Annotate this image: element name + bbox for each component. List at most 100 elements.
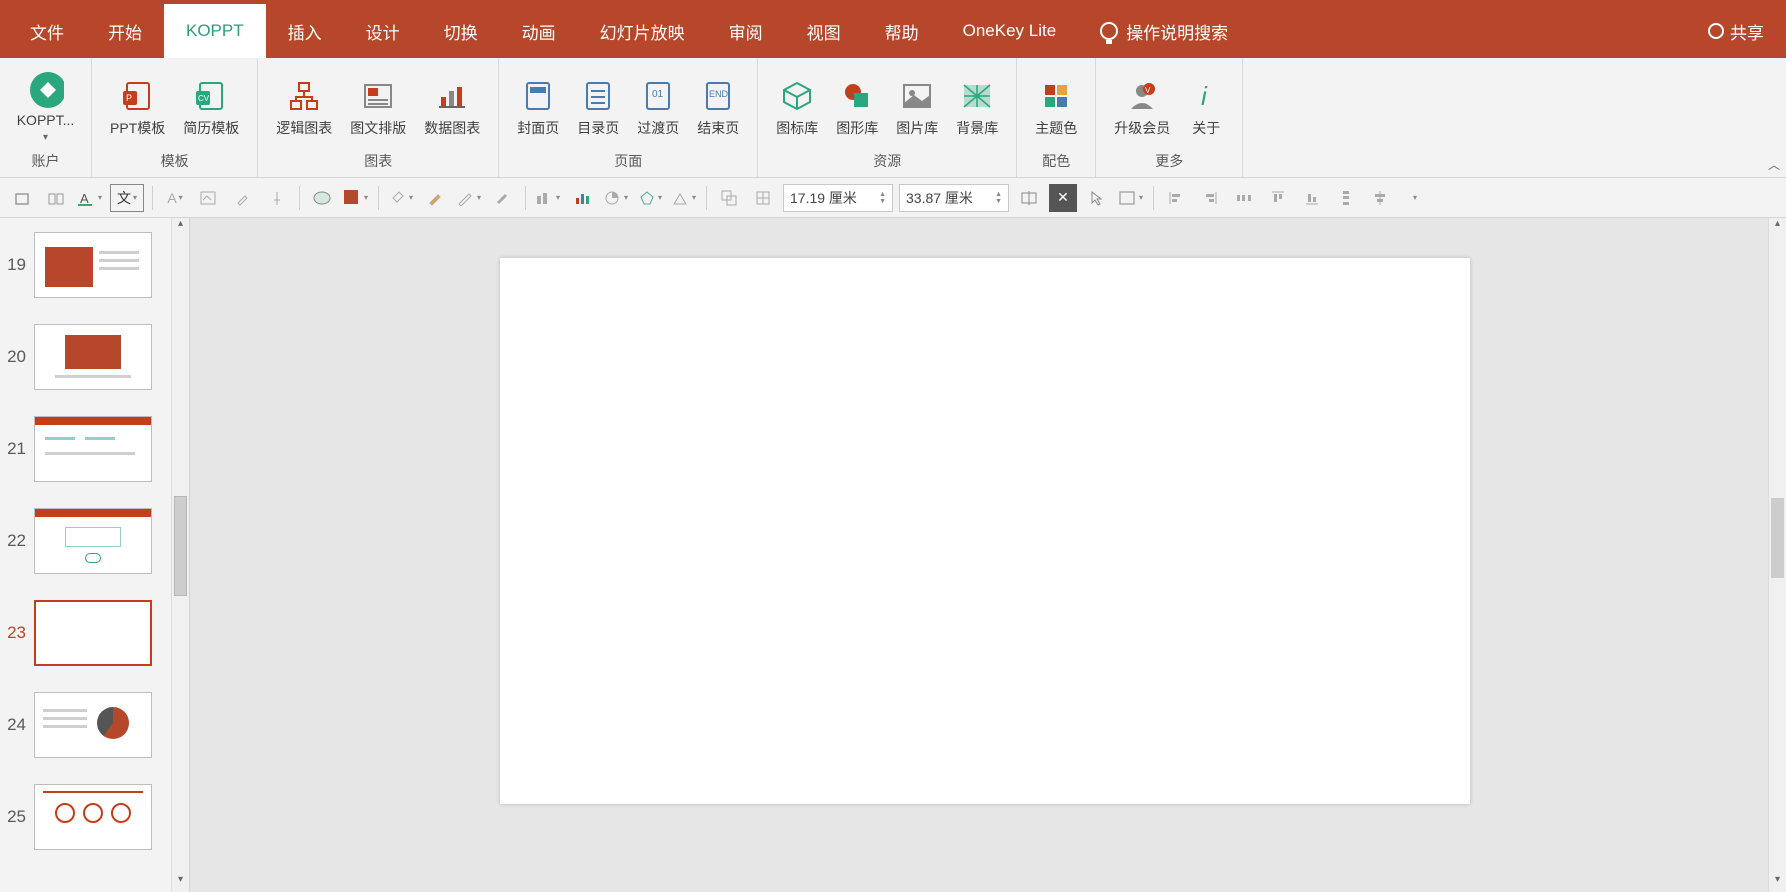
svg-text:01: 01 bbox=[652, 89, 664, 100]
qat-text-tool[interactable]: 文▾ bbox=[110, 184, 144, 212]
tell-me-label: 操作说明搜索 bbox=[1126, 19, 1228, 44]
qat-layout[interactable]: ▾ bbox=[1117, 184, 1145, 212]
background-library-button[interactable]: 背景库 bbox=[952, 76, 1002, 140]
qat-dist-h[interactable] bbox=[1230, 184, 1258, 212]
about-button[interactable]: i 关于 bbox=[1184, 76, 1228, 140]
theme-color-button[interactable]: 主题色 bbox=[1031, 76, 1081, 140]
bar-chart-icon bbox=[434, 78, 470, 114]
tab-koppt[interactable]: KOPPT bbox=[164, 4, 266, 58]
tell-me-search[interactable]: 操作说明搜索 bbox=[1078, 4, 1250, 58]
qat-more-align[interactable]: ▾ bbox=[1400, 184, 1428, 212]
scroll-up-icon[interactable]: ▴ bbox=[1769, 218, 1786, 236]
qat-align-right[interactable] bbox=[1196, 184, 1224, 212]
tab-home[interactable]: 开始 bbox=[86, 4, 164, 58]
hierarchy-icon bbox=[286, 78, 322, 114]
image-text-layout-button[interactable]: 图文排版 bbox=[346, 76, 410, 140]
scroll-up-icon[interactable]: ▴ bbox=[172, 218, 189, 236]
qat-align-top[interactable] bbox=[1264, 184, 1292, 212]
qat-group[interactable] bbox=[715, 184, 743, 212]
qat-size-1[interactable]: ▾ bbox=[534, 184, 562, 212]
group-label-templates: 模板 bbox=[161, 151, 189, 177]
tab-insert[interactable]: 插入 bbox=[266, 4, 344, 58]
ppt-template-button[interactable]: P PPT模板 bbox=[106, 76, 169, 140]
scroll-down-icon[interactable]: ▾ bbox=[1769, 874, 1786, 892]
qat-btn-2[interactable] bbox=[42, 184, 70, 212]
slide-number: 24 bbox=[4, 715, 34, 735]
cover-page-button[interactable]: 封面页 bbox=[513, 76, 563, 140]
slide-thumbnail[interactable]: 21 bbox=[0, 412, 171, 504]
lightbulb-icon bbox=[1100, 22, 1118, 40]
collapse-ribbon-button[interactable]: ︿ bbox=[1768, 156, 1780, 173]
logic-chart-button[interactable]: 逻辑图表 bbox=[272, 76, 336, 140]
qat-ungroup[interactable] bbox=[749, 184, 777, 212]
upgrade-member-button[interactable]: V 升级会员 bbox=[1110, 76, 1174, 140]
slide-number: 20 bbox=[4, 347, 34, 367]
koppt-account-button[interactable]: KOPPT... ▾ bbox=[13, 70, 79, 145]
tab-file[interactable]: 文件 bbox=[8, 4, 86, 58]
shape-library-button[interactable]: 图形库 bbox=[832, 76, 882, 140]
qat-btn-1[interactable] bbox=[8, 184, 36, 212]
tab-view[interactable]: 视图 bbox=[785, 4, 863, 58]
toc-page-button[interactable]: 目录页 bbox=[573, 76, 623, 140]
share-button[interactable]: 共享 bbox=[1694, 4, 1778, 58]
qat-polygon[interactable]: ▾ bbox=[636, 184, 664, 212]
slide-thumbnail[interactable]: 20 bbox=[0, 320, 171, 412]
qat-bars[interactable] bbox=[568, 184, 596, 212]
group-label-resources: 资源 bbox=[873, 151, 901, 177]
height-input[interactable]: 33.87 厘米▲▼ bbox=[899, 184, 1009, 212]
qat-ellipse[interactable] bbox=[308, 184, 336, 212]
qat-font-color[interactable]: A▾ bbox=[161, 184, 189, 212]
qat-pie[interactable]: ▾ bbox=[602, 184, 630, 212]
tab-review[interactable]: 审阅 bbox=[707, 4, 785, 58]
qat-mountain[interactable]: ▾ bbox=[670, 184, 698, 212]
tab-transition[interactable]: 切换 bbox=[422, 4, 500, 58]
tab-onekey[interactable]: OneKey Lite bbox=[941, 4, 1079, 58]
qat-align-bottom[interactable] bbox=[1298, 184, 1326, 212]
scrollbar-handle[interactable] bbox=[174, 496, 187, 596]
tab-slideshow[interactable]: 幻灯片放映 bbox=[578, 4, 707, 58]
spinner-icon[interactable]: ▲▼ bbox=[879, 191, 886, 205]
qat-dist-v[interactable] bbox=[1332, 184, 1360, 212]
end-page-button[interactable]: END 结束页 bbox=[693, 76, 743, 140]
qat-highlighter[interactable] bbox=[421, 184, 449, 212]
resume-template-button[interactable]: CV 简历模板 bbox=[179, 76, 243, 140]
group-label-charts: 图表 bbox=[364, 151, 392, 177]
thumbnail-scrollbar[interactable]: ▴ ▾ bbox=[171, 218, 189, 892]
spinner-icon[interactable]: ▲▼ bbox=[995, 191, 1002, 205]
qat-align-1[interactable] bbox=[1015, 184, 1043, 212]
slide-thumbnail[interactable]: 23 bbox=[0, 596, 171, 688]
qat-pen[interactable]: ▾ bbox=[455, 184, 483, 212]
tab-help[interactable]: 帮助 bbox=[863, 4, 941, 58]
qat-align-left[interactable] bbox=[1162, 184, 1190, 212]
svg-text:P: P bbox=[126, 93, 132, 103]
scroll-down-icon[interactable]: ▾ bbox=[172, 874, 189, 892]
slide-thumbnail[interactable]: 24 bbox=[0, 688, 171, 780]
qat-bucket[interactable]: ▾ bbox=[387, 184, 415, 212]
qat-fill-color[interactable]: ▾ bbox=[342, 184, 370, 212]
transition-page-button[interactable]: 01 过渡页 bbox=[633, 76, 683, 140]
slide-canvas[interactable] bbox=[500, 258, 1470, 804]
width-input[interactable]: 17.19 厘米▲▼ bbox=[783, 184, 893, 212]
group-label-pages: 页面 bbox=[614, 151, 642, 177]
canvas-scrollbar[interactable]: ▴ ▾ bbox=[1768, 218, 1786, 892]
slide-preview bbox=[34, 692, 152, 758]
qat-cursor[interactable] bbox=[1083, 184, 1111, 212]
color-swatches-icon bbox=[1038, 78, 1074, 114]
image-library-button[interactable]: 图片库 bbox=[892, 76, 942, 140]
scrollbar-handle[interactable] bbox=[1771, 498, 1784, 578]
qat-marker[interactable] bbox=[489, 184, 517, 212]
cube-icon bbox=[779, 78, 815, 114]
qat-eyedropper[interactable] bbox=[229, 184, 257, 212]
data-chart-button[interactable]: 数据图表 bbox=[420, 76, 484, 140]
slide-thumbnail[interactable]: 25 bbox=[0, 780, 171, 872]
slide-thumbnail[interactable]: 19 bbox=[0, 228, 171, 320]
tab-animation[interactable]: 动画 bbox=[500, 4, 578, 58]
qat-pushpin[interactable] bbox=[263, 184, 291, 212]
qat-replace-image[interactable] bbox=[195, 184, 223, 212]
qat-font-style[interactable]: A▾ bbox=[76, 184, 104, 212]
slide-thumbnail[interactable]: 22 bbox=[0, 504, 171, 596]
qat-close-pane[interactable]: ✕ bbox=[1049, 184, 1077, 212]
qat-center-h[interactable] bbox=[1366, 184, 1394, 212]
tab-design[interactable]: 设计 bbox=[344, 4, 422, 58]
icon-library-button[interactable]: 图标库 bbox=[772, 76, 822, 140]
